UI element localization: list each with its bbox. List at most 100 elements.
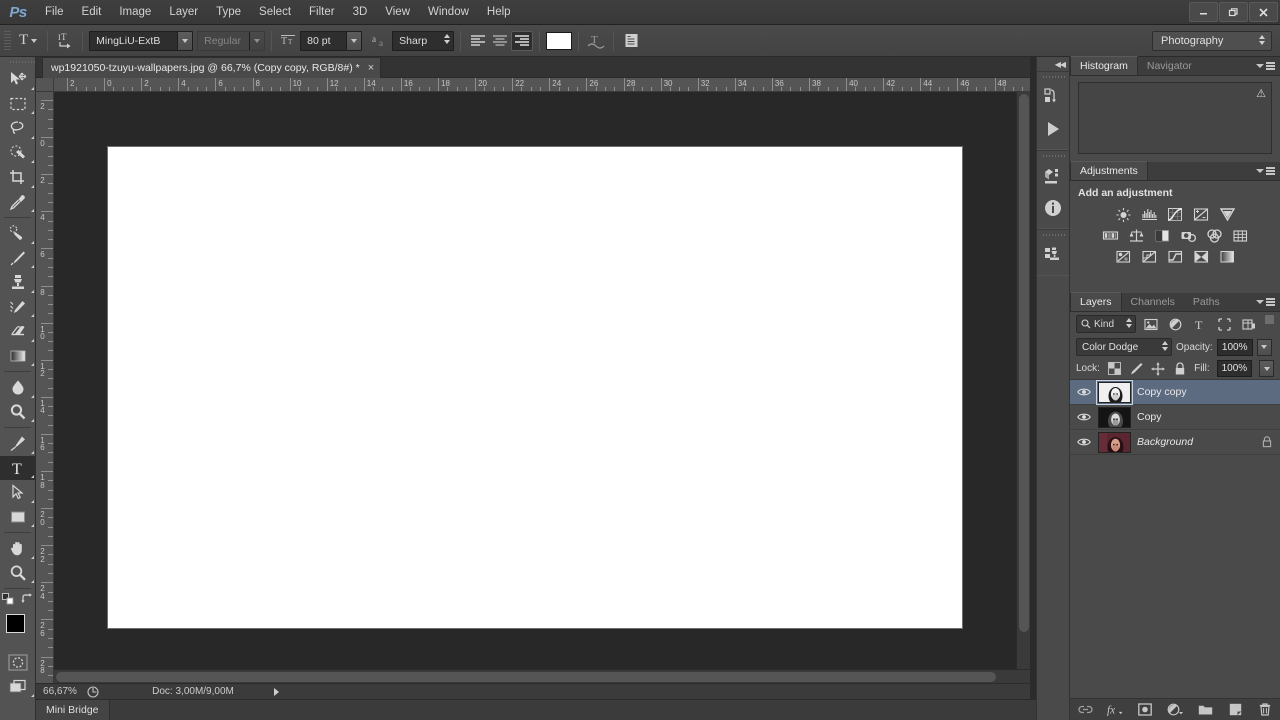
stepper-icon[interactable] — [1126, 318, 1133, 328]
gradient-tool[interactable] — [0, 344, 36, 369]
dock-grip[interactable] — [1037, 230, 1069, 239]
menu-help[interactable]: Help — [478, 0, 520, 25]
eyedropper-tool[interactable] — [0, 190, 36, 215]
opacity-value[interactable]: 100% — [1216, 338, 1253, 356]
layer-name[interactable]: Copy — [1137, 411, 1274, 423]
swap-colors-icon[interactable] — [20, 593, 34, 609]
new-layer-icon[interactable] — [1227, 702, 1243, 718]
gradient-map-icon[interactable] — [1218, 248, 1237, 265]
layer-name[interactable]: Background — [1137, 436, 1254, 448]
close-icon[interactable]: × — [368, 62, 374, 74]
quick-mask-tool[interactable] — [0, 650, 36, 675]
new-group-icon[interactable] — [1197, 702, 1213, 718]
antialias-select[interactable]: Sharp — [392, 30, 455, 51]
threshold-icon[interactable] — [1166, 248, 1185, 265]
zoom-tool[interactable] — [0, 561, 36, 586]
chevron-down-icon[interactable] — [346, 31, 362, 50]
fill-dropdown-icon[interactable] — [1259, 360, 1275, 377]
menu-image[interactable]: Image — [110, 0, 160, 25]
document-canvas[interactable] — [108, 147, 962, 628]
invert-icon[interactable] — [1114, 248, 1133, 265]
vertical-ruler[interactable]: 20246810121416182022242628 — [36, 92, 54, 683]
move-tool[interactable] — [0, 67, 36, 92]
menu-3d[interactable]: 3D — [344, 0, 377, 25]
tool-preset-picker[interactable]: T — [15, 32, 41, 49]
tab-paths[interactable]: Paths — [1184, 292, 1229, 311]
menu-file[interactable]: File — [36, 0, 73, 25]
tools-panel-grip[interactable] — [0, 57, 35, 67]
panel-menu-icon[interactable] — [1256, 167, 1275, 175]
lock-position-icon[interactable] — [1151, 361, 1166, 376]
histogram-graph[interactable]: ⚠ — [1078, 82, 1272, 154]
menu-window[interactable]: Window — [419, 0, 478, 25]
stepper-icon[interactable] — [444, 33, 451, 44]
canvas-area[interactable] — [54, 92, 1030, 683]
tab-navigator[interactable]: Navigator — [1138, 56, 1201, 75]
link-layers-icon[interactable] — [1077, 702, 1093, 718]
canvas-scrollbar-vertical[interactable] — [1016, 92, 1030, 669]
stepper-icon[interactable] — [1259, 34, 1265, 45]
chevron-down-icon[interactable] — [249, 31, 265, 50]
delete-layer-icon[interactable] — [1257, 702, 1273, 718]
menu-edit[interactable]: Edit — [73, 0, 111, 25]
options-bar-grip[interactable] — [4, 30, 11, 51]
photo-filter-icon[interactable] — [1179, 227, 1198, 244]
layer-thumbnail[interactable] — [1098, 406, 1131, 428]
lasso-tool[interactable] — [0, 116, 36, 141]
hue-saturation-icon[interactable] — [1101, 227, 1120, 244]
stepper-icon[interactable] — [1162, 341, 1168, 351]
warning-icon[interactable]: ⚠ — [1256, 87, 1266, 100]
eraser-tool[interactable] — [0, 319, 36, 344]
dock-grip[interactable] — [1037, 72, 1069, 81]
pen-tool[interactable] — [0, 431, 36, 456]
add-mask-icon[interactable] — [1137, 702, 1153, 718]
layer-name[interactable]: Copy copy — [1137, 386, 1274, 398]
dock-grip[interactable] — [1037, 151, 1069, 160]
font-style-select[interactable]: Regular — [197, 30, 266, 51]
lock-image-icon[interactable] — [1129, 361, 1144, 376]
expand-panels-icon[interactable]: ◀◀ — [1037, 57, 1069, 71]
canvas-scrollbar-horizontal[interactable] — [54, 669, 1030, 683]
color-lookup-icon[interactable] — [1231, 227, 1250, 244]
chevron-down-icon[interactable] — [177, 31, 193, 50]
document-tab[interactable]: wp1921050-tzuyu-wallpapers.jpg @ 66,7% (… — [42, 57, 382, 78]
menu-layer[interactable]: Layer — [160, 0, 207, 25]
scrollbar-thumb[interactable] — [1019, 94, 1029, 632]
align-center-button[interactable] — [489, 31, 511, 51]
tab-histogram[interactable]: Histogram — [1070, 56, 1138, 75]
path-selection-tool[interactable] — [0, 480, 36, 505]
tab-channels[interactable]: Channels — [1122, 292, 1184, 311]
workspace-select[interactable]: Photography — [1152, 30, 1272, 51]
font-family-select[interactable]: MingLiU-ExtB — [89, 30, 194, 51]
restore-button[interactable] — [1219, 2, 1248, 22]
posterize-icon[interactable] — [1140, 248, 1159, 265]
clone-source-icon[interactable] — [1037, 239, 1069, 271]
screen-mode-tool[interactable] — [0, 675, 36, 700]
layer-visibility-icon[interactable] — [1076, 437, 1092, 447]
ruler-corner[interactable] — [36, 78, 54, 92]
healing-brush-tool[interactable] — [0, 221, 36, 246]
menu-type[interactable]: Type — [207, 0, 250, 25]
hand-tool[interactable] — [0, 536, 36, 561]
layer-row-copy-copy[interactable]: Copy copy — [1070, 379, 1280, 405]
history-brush-tool[interactable] — [0, 295, 36, 320]
rectangle-tool[interactable] — [0, 505, 36, 530]
tab-layers[interactable]: Layers — [1070, 292, 1122, 311]
layer-filter-kind-select[interactable]: Kind — [1076, 315, 1137, 333]
document-profile-icon[interactable] — [84, 685, 102, 698]
layer-row-copy[interactable]: Copy — [1070, 405, 1280, 430]
scrollbar-thumb[interactable] — [56, 672, 996, 682]
type-tool[interactable]: T — [0, 455, 36, 480]
close-button[interactable] — [1249, 2, 1278, 22]
actions-play-icon[interactable] — [1037, 113, 1069, 145]
filter-smart-object-icon[interactable] — [1239, 315, 1258, 333]
new-adjustment-icon[interactable] — [1167, 702, 1183, 718]
exposure-icon[interactable] — [1192, 206, 1211, 223]
horizontal-ruler[interactable]: 2 0 2 4 6 8 10 12 14 16 18 20 22 24 26 28 30 32 34 36 38 40 42… — [54, 78, 1030, 92]
info-icon[interactable] — [1037, 192, 1069, 224]
tab-adjustments[interactable]: Adjustments — [1070, 161, 1148, 180]
align-right-button[interactable] — [511, 30, 534, 51]
panel-menu-icon[interactable] — [1256, 62, 1275, 70]
layer-thumbnail[interactable] — [1098, 431, 1131, 453]
text-color-swatch[interactable] — [546, 31, 573, 50]
